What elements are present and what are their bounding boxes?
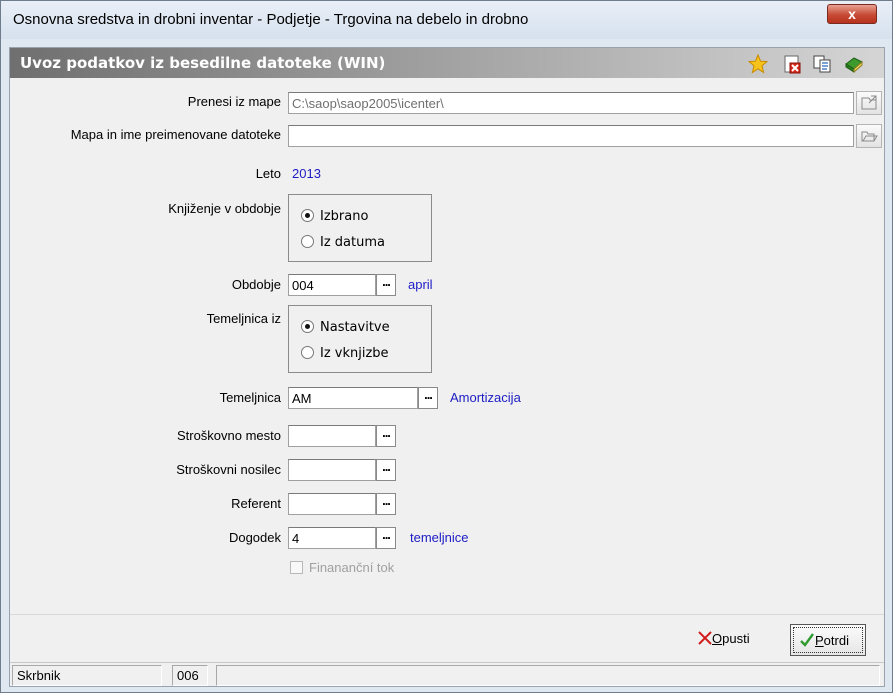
strosk-nosilec-label: Stroškovni nosilec [176,462,281,477]
status-user: Skrbnik [12,665,162,686]
radio-izbrano[interactable]: Izbrano [301,209,368,224]
main-window: Osnovna sredstva in drobni inventar - Po… [0,0,893,693]
prenesi-label: Prenesi iz mape [187,94,281,109]
browse-folder-button[interactable] [856,91,882,115]
close-button[interactable]: x [827,4,877,24]
delete-doc-icon[interactable] [782,54,802,74]
radio-nastavitve[interactable]: Nastavitve [301,320,390,335]
knjizenje-group: Izbrano Iz datuma [288,194,432,262]
obdobje-input[interactable]: 004 [288,274,376,296]
referent-input[interactable] [288,493,376,515]
checkbox-disabled-icon [290,561,303,574]
dialog-client: Uvoz podatkov iz besedilne datoteke (WIN… [9,47,885,687]
leto-label: Leto [255,166,281,181]
radio-empty-icon [301,346,314,359]
temeljnica-input[interactable]: AM [288,387,418,409]
obdobje-desc: april [408,277,433,292]
strosk-nosilec-input[interactable] [288,459,376,481]
dogodek-label: Dogodek [228,530,281,545]
cancel-x-icon [698,631,712,645]
temeljnica-label: Temeljnica [219,390,281,405]
radio-iz-vknjizbe[interactable]: Iz vknjizbe [301,346,389,361]
strosk-mesto-input[interactable] [288,425,376,447]
window-title: Osnovna sredstva in drobni inventar - Po… [13,11,529,28]
status-bar: Skrbnik 006 [10,662,884,686]
radio-empty-icon [301,235,314,248]
dogodek-desc: temeljnice [410,530,469,545]
help-book-icon[interactable] [844,54,864,74]
radio-iz-datuma[interactable]: Iz datuma [301,235,385,250]
temeljnica-iz-label: Temeljnica iz [206,311,281,326]
knjizenje-label: Knjiženje v obdobje [168,201,281,216]
copy-icon[interactable] [812,54,832,74]
radio-selected-icon [301,209,314,222]
prenesi-path-input[interactable]: C:\saop\saop2005\icenter\ [288,92,854,114]
close-icon: x [848,6,856,22]
financni-tok-checkbox[interactable]: Finananční tok [290,560,394,575]
folder-export-icon [861,95,877,110]
open-folder-icon [861,131,878,142]
dialog-title: Uvoz podatkov iz besedilne datoteke (WIN… [20,54,386,72]
dialog-header: Uvoz podatkov iz besedilne datoteke (WIN… [10,48,884,78]
footer-separator [10,614,884,615]
referent-label: Referent [231,496,281,511]
opusti-button[interactable]: Opusti [698,626,770,654]
dogodek-lookup-button[interactable]: ... [376,527,396,549]
star-icon[interactable] [748,54,768,74]
leto-value: 2013 [292,166,321,181]
title-bar[interactable]: Osnovna sredstva in drobni inventar - Po… [1,1,892,39]
potrdi-button[interactable]: Potrdi [790,624,866,656]
temeljnica-desc: Amortizacija [450,390,521,405]
referent-lookup-button[interactable]: ... [376,493,396,515]
open-file-button[interactable] [856,124,882,148]
dogodek-input[interactable]: 4 [288,527,376,549]
status-code: 006 [172,665,208,686]
radio-selected-icon [301,320,314,333]
mapa-input[interactable] [288,125,854,147]
mapa-label: Mapa in ime preimenovane datoteke [70,127,281,142]
temeljnica-lookup-button[interactable]: ... [418,387,438,409]
check-icon [800,633,814,647]
temeljnica-iz-group: Nastavitve Iz vknjizbe [288,305,432,373]
strosk-mesto-lookup-button[interactable]: ... [376,425,396,447]
strosk-nosilec-lookup-button[interactable]: ... [376,459,396,481]
obdobje-label: Obdobje [231,277,281,292]
status-extra [216,665,880,686]
obdobje-lookup-button[interactable]: ... [376,274,396,296]
strosk-mesto-label: Stroškovno mesto [176,428,281,443]
